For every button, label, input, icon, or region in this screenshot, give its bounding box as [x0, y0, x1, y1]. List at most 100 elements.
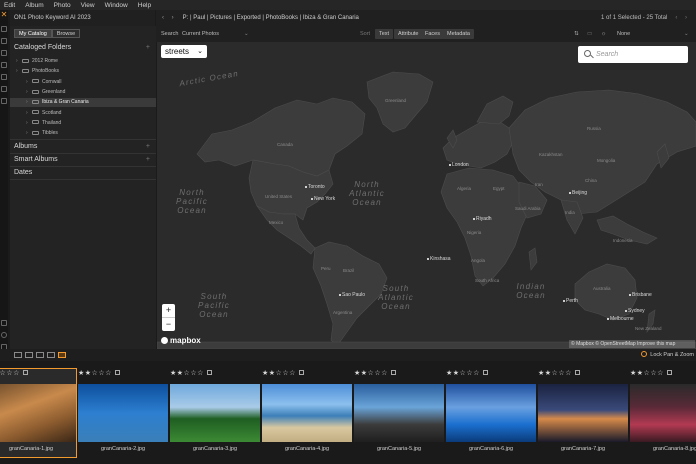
thumbnail-image[interactable]	[170, 384, 260, 442]
thumbnail-item[interactable]: ★★☆☆☆ granCanaria-5.jpg	[354, 369, 444, 457]
folder-item[interactable]: › Scotland	[10, 109, 156, 118]
star-rating[interactable]: ★★☆☆☆	[538, 369, 580, 377]
menu-album[interactable]: Album	[25, 2, 43, 9]
thumbnail-item[interactable]: ★★☆☆☆ granCanaria-3.jpg	[170, 369, 260, 457]
star-rating-value: ★★☆☆☆	[262, 370, 296, 377]
star-rating[interactable]: ★★☆☆☆	[446, 369, 488, 377]
local-tool-icon[interactable]	[1, 74, 7, 80]
star-rating[interactable]: ☆☆☆☆☆	[0, 369, 28, 377]
map-attribution[interactable]: © Mapbox © OpenStreetMap Improve this ma…	[569, 340, 695, 348]
mapbox-brand: mapbox	[170, 336, 201, 345]
filter-text-button[interactable]: Text	[375, 29, 394, 39]
filter-attribute-button[interactable]: Attribute	[394, 29, 423, 39]
light-icon[interactable]: ☼	[601, 26, 606, 42]
portrait-tool-icon[interactable]	[1, 62, 7, 68]
chevron-down-icon[interactable]: ⌄	[684, 26, 689, 42]
map-style-select[interactable]: streets ⌄	[161, 45, 207, 58]
thumbnail-item[interactable]: ★★☆☆☆ granCanaria-4.jpg	[262, 369, 352, 457]
star-rating[interactable]: ★★☆☆☆	[78, 369, 120, 377]
folder-item[interactable]: › Tibbles	[10, 129, 156, 138]
help-icon[interactable]	[1, 332, 7, 338]
cataloged-folders-header[interactable]: Cataloged Folders +	[14, 44, 154, 51]
app-title: ON1 Photo Keyword AI 2023	[10, 10, 155, 26]
effects-tool-icon[interactable]	[1, 50, 7, 56]
albums-header[interactable]: Albums +	[14, 143, 154, 150]
folder-item[interactable]: › Ibiza & Gran Canaria	[10, 98, 156, 108]
add-folder-icon[interactable]: +	[146, 44, 150, 51]
sort-label: Sort	[360, 31, 371, 37]
star-rating[interactable]: ★★☆☆☆	[262, 369, 304, 377]
thumbnail-image[interactable]	[446, 384, 536, 442]
develop-tool-icon[interactable]	[1, 38, 7, 44]
country-label: Iran	[535, 182, 543, 187]
compare-view-icon[interactable]	[47, 352, 55, 358]
map-search-input[interactable]: Search	[578, 46, 688, 63]
label-flag-icon[interactable]	[22, 370, 28, 375]
none-select[interactable]: None	[617, 26, 630, 42]
add-smart-album-icon[interactable]: +	[146, 156, 150, 163]
browse-tool-icon[interactable]	[1, 26, 7, 32]
breadcrumb[interactable]: P: | Paul | Pictures | Exported | PhotoB…	[183, 15, 601, 21]
menu-edit[interactable]: Edit	[4, 2, 15, 9]
star-rating[interactable]: ★★☆☆☆	[170, 369, 212, 377]
thumbnail-image[interactable]	[262, 384, 352, 442]
folder-item[interactable]: › PhotoBooks	[10, 67, 156, 76]
folder-item[interactable]: › Thailand	[10, 119, 156, 128]
sort-icon[interactable]: ⇅	[574, 26, 579, 42]
label-flag-icon[interactable]	[206, 370, 212, 375]
zoom-in-button[interactable]: +	[162, 304, 175, 317]
map-view-icon[interactable]	[58, 352, 66, 358]
menu-photo[interactable]: Photo	[54, 2, 71, 9]
folder-item[interactable]: › Cornwall	[10, 78, 156, 87]
menu-window[interactable]: Window	[105, 2, 128, 9]
resize-tool-icon[interactable]	[1, 98, 7, 104]
thumbnail-image[interactable]	[78, 384, 168, 442]
tab-my-catalog[interactable]: My Catalog	[14, 29, 52, 38]
filter-metadata-button[interactable]: Metadata	[443, 29, 474, 39]
dates-header[interactable]: Dates	[14, 169, 154, 176]
star-rating[interactable]: ★★☆☆☆	[354, 369, 396, 377]
thumbnail-item[interactable]: ★★☆☆☆ granCanaria-7.jpg	[538, 369, 628, 457]
zoom-out-button[interactable]: −	[162, 317, 175, 330]
add-album-icon[interactable]: +	[146, 143, 150, 150]
chevron-down-icon[interactable]: ⌄	[244, 26, 249, 42]
label-flag-icon[interactable]	[574, 370, 580, 375]
label-flag-icon[interactable]	[114, 370, 120, 375]
filter-faces-button[interactable]: Faces	[421, 29, 444, 39]
world-map[interactable]	[157, 42, 696, 349]
menu-help[interactable]: Help	[138, 2, 151, 9]
back-forward-icon[interactable]: ‹ ›	[156, 15, 183, 21]
thumbnail-image[interactable]	[630, 384, 696, 442]
map-view[interactable]: Arctic Ocean North Pacific Ocean North A…	[157, 42, 696, 349]
label-flag-icon[interactable]	[482, 370, 488, 375]
thumbnail-image[interactable]	[0, 384, 76, 442]
nav-bar: ‹ › P: | Paul | Pictures | Exported | Ph…	[156, 10, 696, 26]
tab-browse[interactable]: Browse	[51, 29, 81, 38]
search-scope-select[interactable]: Current Photos	[182, 26, 219, 42]
star-rating[interactable]: ★★☆☆☆	[630, 369, 672, 377]
prev-next-icon[interactable]: ‹ ›	[675, 15, 696, 21]
folder-item[interactable]: › Greenland	[10, 88, 156, 97]
detail-view-icon[interactable]	[36, 352, 44, 358]
label-flag-icon[interactable]	[298, 370, 304, 375]
thumbnail-item[interactable]: ☆☆☆☆☆ granCanaria-1.jpg	[0, 368, 77, 458]
compare-icon[interactable]: ▭	[587, 26, 592, 42]
thumbnail-image[interactable]	[354, 384, 444, 442]
smart-albums-header[interactable]: Smart Albums +	[14, 156, 154, 163]
thumbnail-item[interactable]: ★★☆☆☆ granCanaria-6.jpg	[446, 369, 536, 457]
menu-view[interactable]: View	[81, 2, 95, 9]
settings-icon[interactable]	[1, 320, 7, 326]
ocean-label: South Pacific Ocean	[198, 292, 230, 319]
folder-item[interactable]: › 2012 Rome	[10, 57, 156, 66]
grid-view-icon[interactable]	[14, 352, 22, 358]
thumbnail-item[interactable]: ★★☆☆☆ granCanaria-2.jpg	[78, 369, 168, 457]
layers-tool-icon[interactable]	[1, 86, 7, 92]
star-rating-value: ★★☆☆☆	[446, 370, 480, 377]
lock-pan-zoom-toggle[interactable]: Lock Pan & Zoom	[641, 351, 694, 358]
thumbnail-caption: granCanaria-7.jpg	[560, 446, 606, 452]
thumbnail-image[interactable]	[538, 384, 628, 442]
label-flag-icon[interactable]	[390, 370, 396, 375]
filmstrip-view-icon[interactable]	[25, 352, 33, 358]
label-flag-icon[interactable]	[666, 370, 672, 375]
thumbnail-item[interactable]: ★★☆☆☆ granCanaria-8.jpg	[630, 369, 696, 457]
